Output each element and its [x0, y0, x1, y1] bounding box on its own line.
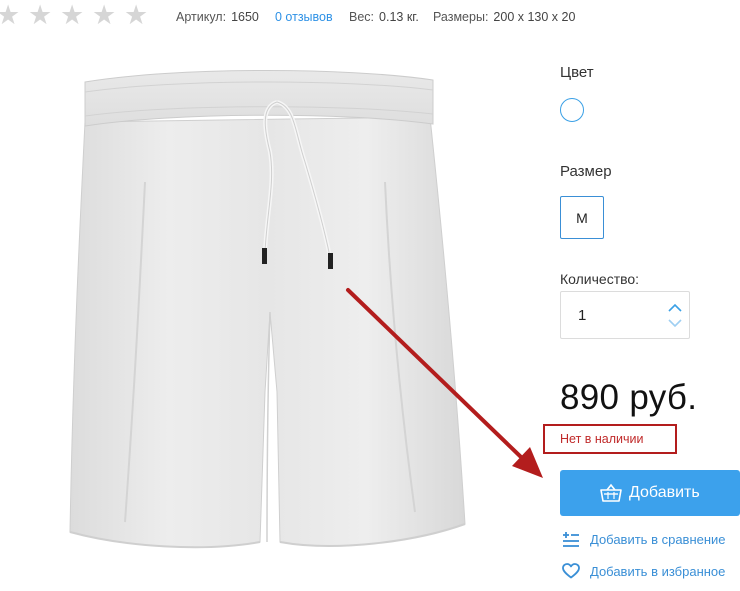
quantity-stepper[interactable]: 1 [560, 291, 690, 339]
quantity-label: Количество: [560, 271, 640, 287]
heart-icon [562, 563, 580, 579]
rating-stars[interactable]: ★ ★ ★ ★ ★ [0, 2, 148, 29]
product-image[interactable] [55, 62, 485, 582]
add-to-cart-label: Добавить [629, 484, 700, 501]
star-icon[interactable]: ★ [92, 2, 116, 29]
dimensions-info: Размеры: 200 x 130 x 20 [433, 10, 575, 24]
star-icon[interactable]: ★ [60, 2, 84, 29]
quantity-input[interactable]: 1 [578, 307, 586, 324]
reviews-link[interactable]: 0 отзывов [275, 10, 333, 24]
dimensions-value: 200 x 130 x 20 [493, 10, 576, 24]
size-option-m[interactable]: M [560, 196, 604, 239]
add-to-compare-link[interactable]: Добавить в сравнение [562, 530, 726, 548]
dimensions-label: Размеры: [433, 10, 489, 24]
weight-value: 0.13 кг. [379, 10, 419, 24]
stock-status-badge: Нет в наличии [543, 424, 677, 454]
stock-status-text: Нет в наличии [560, 432, 644, 446]
size-label: Размер [560, 163, 612, 180]
chevron-up-icon[interactable] [667, 301, 683, 315]
weight-label: Вес: [349, 10, 375, 24]
add-to-cart-button[interactable]: Добавить [560, 470, 740, 516]
color-swatch-white[interactable] [560, 98, 584, 122]
chevron-down-icon[interactable] [667, 316, 683, 330]
add-to-favorites-label: Добавить в избранное [590, 563, 726, 579]
product-meta-bar: ★ ★ ★ ★ ★ Артикул: 1650 0 отзывов Вес: 0.1… [0, 0, 740, 34]
product-price: 890 руб. [560, 378, 698, 417]
star-icon[interactable]: ★ [28, 2, 52, 29]
article-label: Артикул: [176, 10, 227, 24]
add-to-compare-label: Добавить в сравнение [590, 531, 726, 547]
color-label: Цвет [560, 64, 594, 81]
article-info: Артикул: 1650 [176, 10, 259, 24]
compare-list-icon [563, 532, 579, 547]
article-value: 1650 [231, 10, 259, 24]
add-to-favorites-link[interactable]: Добавить в избранное [562, 563, 725, 579]
star-icon[interactable]: ★ [124, 2, 148, 29]
weight-info: Вес: 0.13 кг. [349, 10, 419, 24]
star-icon[interactable]: ★ [0, 2, 20, 29]
basket-icon [600, 483, 622, 502]
